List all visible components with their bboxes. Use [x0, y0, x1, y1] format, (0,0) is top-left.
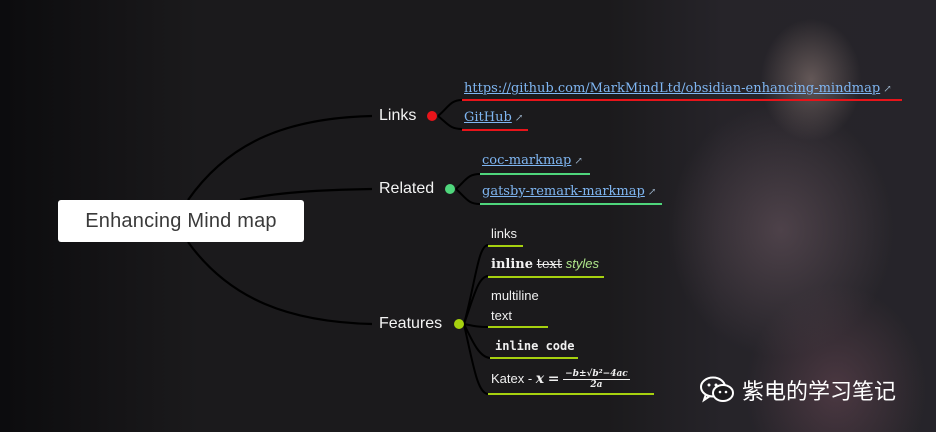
feature-inline-underline — [488, 276, 604, 278]
edge-root-features — [187, 241, 373, 326]
watermark-text: 紫电的学习笔记 — [742, 380, 897, 405]
feature-links[interactable]: links — [491, 226, 517, 241]
katex-numerator: −b±√b²−4ac — [563, 369, 630, 380]
feature-inline-styles[interactable]: inline text styles — [491, 256, 599, 272]
edge-related-2 — [455, 188, 481, 205]
link-gatsby-remark-markmap[interactable]: gatsby-remark-markmap ↗ — [482, 184, 656, 199]
feature-katex-prefix: Katex - — [491, 370, 536, 386]
link-coc-markmap-text: coc-markmap — [482, 153, 572, 168]
feature-inline-italic: styles — [565, 256, 599, 271]
branch-links-label[interactable]: Links — [379, 107, 416, 125]
branch-features-label[interactable]: Features — [379, 315, 442, 333]
external-link-icon: ↗ — [883, 84, 892, 95]
link-gatsby-remark-markmap-text: gatsby-remark-markmap — [482, 184, 645, 199]
edge-features-2 — [463, 275, 489, 325]
edge-related-1 — [455, 173, 481, 190]
katex-denominator: 2a — [590, 380, 603, 390]
edge-links-1 — [437, 99, 463, 117]
wechat-icon — [700, 376, 734, 404]
link-github-text: GitHub — [464, 110, 512, 125]
branch-related-label[interactable]: Related — [379, 180, 434, 198]
feature-multiline-1[interactable]: multiline — [491, 288, 539, 303]
feature-katex-underline — [488, 393, 654, 395]
feature-multiline-2[interactable]: text — [491, 308, 512, 323]
mindmap-canvas: Enhancing Mind map Links https://github.… — [0, 0, 936, 432]
feature-inline-strike: text — [536, 257, 563, 272]
external-link-icon: ↗ — [647, 187, 657, 198]
links-item-1-underline — [462, 99, 902, 101]
edge-links-2 — [437, 115, 463, 130]
feature-code-underline — [490, 357, 578, 359]
links-item-2-underline — [462, 129, 528, 131]
branch-features-dot[interactable] — [454, 319, 464, 329]
edge-features-5 — [463, 323, 489, 395]
link-github[interactable]: GitHub ↗ — [464, 110, 523, 125]
feature-inline-code[interactable]: inline code — [495, 339, 574, 353]
edge-root-links — [187, 114, 373, 201]
katex-equals: = — [547, 370, 560, 387]
branch-related-dot[interactable] — [445, 184, 455, 194]
feature-inline-bold: inline — [491, 257, 533, 272]
watermark: 紫电的学习笔记 — [700, 374, 896, 406]
external-link-icon: ↗ — [574, 156, 583, 167]
root-node[interactable]: Enhancing Mind map — [58, 200, 304, 242]
katex-fraction: −b±√b²−4ac 2a — [563, 369, 630, 390]
link-obsidian-enhancing-mindmap-text: https://github.com/MarkMindLtd/obsidian-… — [464, 81, 881, 96]
feature-multiline-underline — [488, 326, 548, 328]
edge-root-related — [239, 187, 373, 202]
branch-links-dot[interactable] — [427, 111, 437, 121]
edge-features-3 — [463, 323, 489, 328]
root-node-label: Enhancing Mind map — [85, 209, 277, 232]
katex-variable: x — [535, 370, 545, 387]
feature-katex[interactable]: Katex - x = −b±√b²−4ac 2a — [491, 369, 630, 390]
external-link-icon: ↗ — [514, 113, 524, 124]
feature-links-underline — [488, 245, 523, 247]
link-coc-markmap[interactable]: coc-markmap ↗ — [482, 153, 583, 168]
related-item-2-underline — [480, 203, 662, 205]
link-obsidian-enhancing-mindmap[interactable]: https://github.com/MarkMindLtd/obsidian-… — [464, 81, 892, 96]
related-item-1-underline — [480, 173, 590, 175]
